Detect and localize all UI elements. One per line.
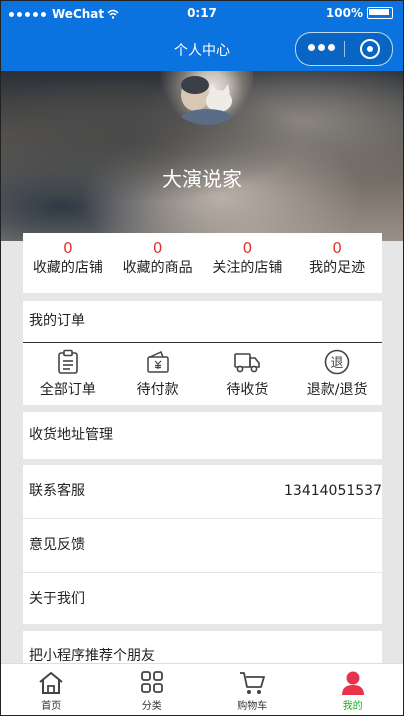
order-pending-payment-button[interactable]: 待付款	[113, 343, 203, 405]
service-group-card: 联系客服 13414051537 意见反馈 关于我们	[23, 465, 382, 624]
customer-service-phone[interactable]: 13414051537	[284, 465, 382, 518]
order-label: 待收货	[226, 382, 269, 398]
capsule-divider	[344, 41, 345, 57]
address-management-item[interactable]: 收货地址管理	[23, 412, 382, 459]
user-icon	[341, 671, 364, 695]
stat-favorite-products[interactable]: 0 收藏的商品	[113, 233, 203, 293]
avatar-photo-icon	[181, 76, 233, 125]
tab-home[interactable]: 首页	[1, 664, 102, 715]
tab-label: 首页	[41, 701, 62, 712]
tab-category[interactable]: 分类	[102, 664, 203, 715]
category-icon	[140, 671, 163, 693]
order-label: 退款/退货	[306, 382, 368, 398]
stats-card: 0 收藏的店铺 0 收藏的商品 0 关注的店铺 0 我的足迹	[23, 233, 382, 293]
order-label: 全部订单	[39, 382, 96, 398]
tab-mine[interactable]: 我的	[303, 664, 404, 715]
refund-icon-glyph: 退	[331, 356, 344, 371]
refund-icon: 退	[324, 349, 350, 375]
stat-value: 0	[63, 239, 73, 257]
battery-percent: 100%	[325, 6, 363, 20]
stat-value: 0	[152, 239, 163, 257]
order-refund-button[interactable]: 退 退款/退货	[292, 343, 382, 405]
status-bar: WeChat 0:17 100%	[1, 1, 403, 27]
customer-service-label: 联系客服	[29, 483, 85, 499]
close-target-icon[interactable]	[360, 39, 380, 59]
profile-name: 大演说家	[162, 167, 242, 191]
customer-service-item[interactable]: 联系客服 13414051537	[23, 465, 382, 518]
tab-cart[interactable]: 购物车	[202, 664, 303, 715]
tab-label: 购物车	[237, 701, 268, 712]
stat-label: 我的足迹	[309, 260, 366, 276]
stat-label: 关注的店铺	[212, 260, 283, 276]
tab-label: 我的	[342, 701, 363, 712]
battery-status: 100%	[326, 6, 393, 20]
stat-favorite-shops[interactable]: 0 收藏的店铺	[23, 233, 113, 293]
home-icon	[39, 672, 63, 694]
truck-icon	[234, 353, 261, 373]
profile-banner: 大演说家	[1, 71, 403, 241]
more-icon[interactable]	[308, 44, 335, 51]
stat-label: 收藏的商品	[122, 260, 193, 276]
order-all-button[interactable]: 全部订单	[23, 343, 113, 405]
battery-icon	[367, 7, 393, 19]
nav-bar: 个人中心	[1, 27, 403, 71]
address-card: 收货地址管理	[23, 412, 382, 459]
stat-footprints[interactable]: 0 我的足迹	[292, 233, 382, 293]
orders-card: 我的订单 全部订单 待付款 待收货 退 退款/退货	[23, 301, 382, 405]
cart-icon	[240, 672, 266, 694]
stat-value: 0	[332, 239, 342, 257]
stat-value: 0	[242, 239, 253, 257]
mini-program-capsule	[295, 32, 393, 66]
stat-followed-shops[interactable]: 0 关注的店铺	[203, 233, 293, 293]
app-frame: WeChat 0:17 100% 个人中心 大演说家 0 收藏的店铺 0 收藏的…	[0, 0, 404, 716]
tab-bar: 首页 分类 购物车 我的	[1, 663, 404, 715]
orders-title[interactable]: 我的订单	[23, 301, 382, 343]
avatar[interactable]	[161, 71, 253, 125]
feedback-item[interactable]: 意见反馈	[23, 518, 382, 572]
about-us-item[interactable]: 关于我们	[23, 572, 382, 626]
wallet-icon	[146, 350, 169, 373]
tab-label: 分类	[141, 701, 162, 712]
order-pending-receipt-button[interactable]: 待收货	[203, 343, 293, 405]
order-label: 待付款	[136, 382, 179, 398]
stat-label: 收藏的店铺	[32, 260, 103, 276]
order-status-row: 全部订单 待付款 待收货 退 退款/退货	[23, 343, 382, 405]
clipboard-icon	[58, 349, 78, 374]
